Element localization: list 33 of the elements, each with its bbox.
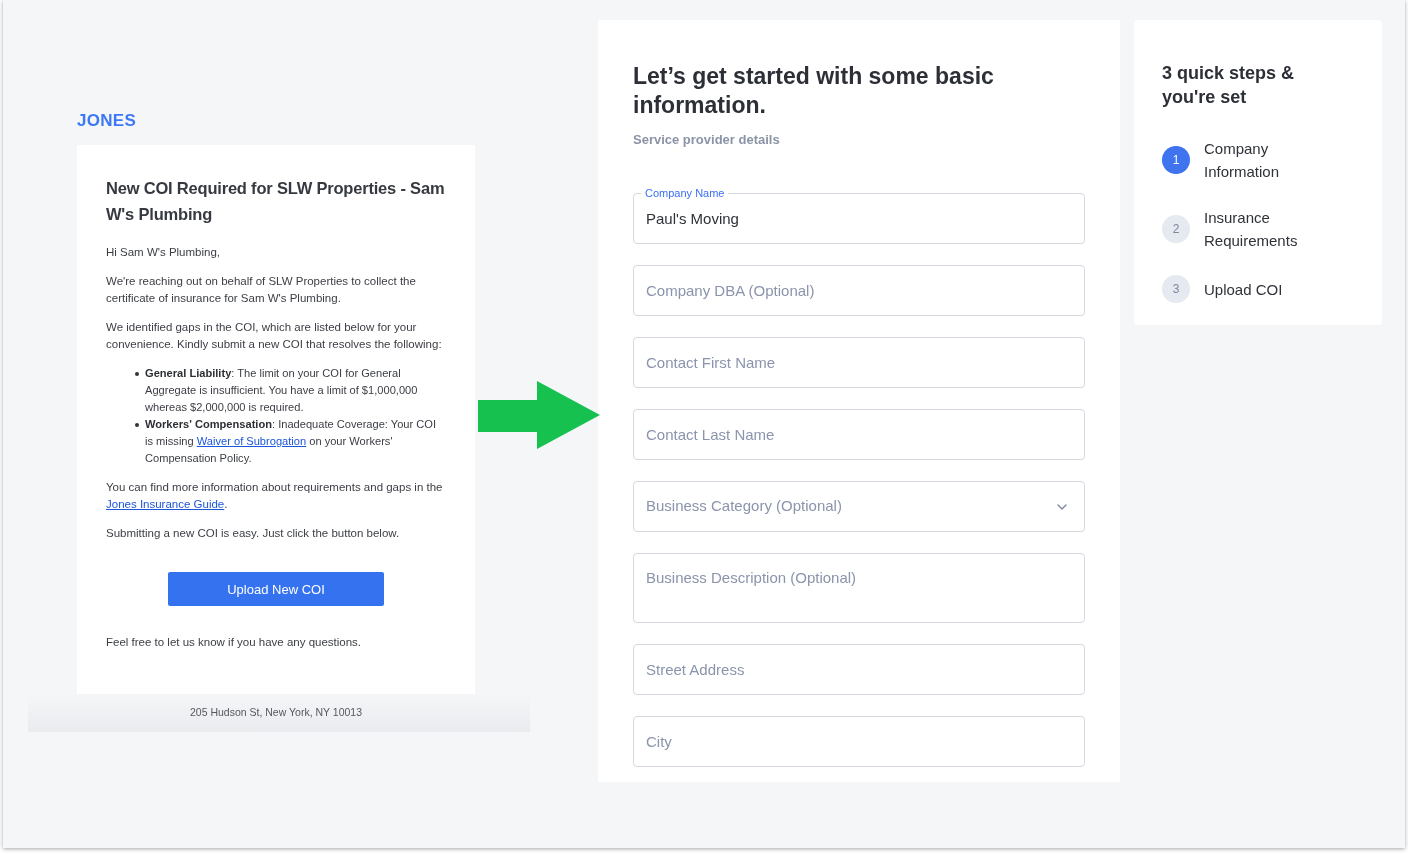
- email-paragraph: Feel free to let us know if you have any questions.: [106, 635, 363, 650]
- list-item-text: Workers' Compensation: Inadequate Coverage: Your COI is missing Waiver of Subrogation on your Workers' Compensation Policy.: [145, 417, 438, 466]
- email-paragraph: You can find more information about requirements and gaps in the Jones Insurance Guide.: [106, 480, 444, 512]
- text-field[interactable]: City: [633, 716, 1085, 767]
- email-paragraph: Hi Sam W's Plumbing,: [106, 245, 222, 260]
- form-title: Let’s get started with some basic information.: [633, 62, 995, 120]
- bullet-icon: [135, 372, 139, 376]
- list-item-text: General Liability: The limit on your COI for General Aggregate is insufficient. You have a limit of $1,000,000 whereas $2,000,000 is required.: [145, 366, 419, 415]
- email-paragraph: We're reaching out on behalf of SLW Properties to collect the certificate of insurance for Sam W's Plumbing.: [106, 274, 417, 306]
- footer-address: 205 Hudson St, New York, NY 10013: [190, 705, 362, 720]
- text-link[interactable]: Waiver of Subrogation: [196, 435, 307, 447]
- field-label: Company Name: [641, 186, 729, 200]
- steps-title: 3 quick steps & you're set: [1162, 62, 1296, 109]
- step-number: 3: [1162, 275, 1190, 303]
- text-field[interactable]: Contact First Name: [633, 337, 1085, 388]
- text-area[interactable]: Business Description (Optional): [633, 553, 1085, 623]
- step-number: 1: [1162, 146, 1190, 174]
- bullet-icon: [135, 423, 139, 427]
- step-label: Company Information: [1204, 139, 1281, 182]
- text-field[interactable]: Street Address: [633, 644, 1085, 695]
- right-arrow-icon: [478, 381, 600, 449]
- text-field[interactable]: Contact Last Name: [633, 409, 1085, 460]
- upload-button[interactable]: Upload New COI: [168, 572, 384, 606]
- logo: JONES: [77, 111, 137, 131]
- text-field[interactable]: Company DBA (Optional): [633, 265, 1085, 316]
- email-paragraph: We identified gaps in the COI, which are listed below for your convenience. Kindly submit a new COI that resolves the following:: [106, 320, 443, 352]
- step-label: Insurance Requirements: [1204, 208, 1299, 251]
- email-title: New COI Required for SLW Properties - Sam W's Plumbing: [106, 178, 446, 225]
- step-number: 2: [1162, 215, 1190, 243]
- step-label: Upload COI: [1204, 279, 1284, 300]
- email-paragraph: Submitting a new COI is easy. Just click the button below.: [106, 526, 401, 541]
- text-link[interactable]: Jones Insurance Guide: [106, 498, 225, 510]
- form-subtitle: Service provider details: [633, 131, 781, 149]
